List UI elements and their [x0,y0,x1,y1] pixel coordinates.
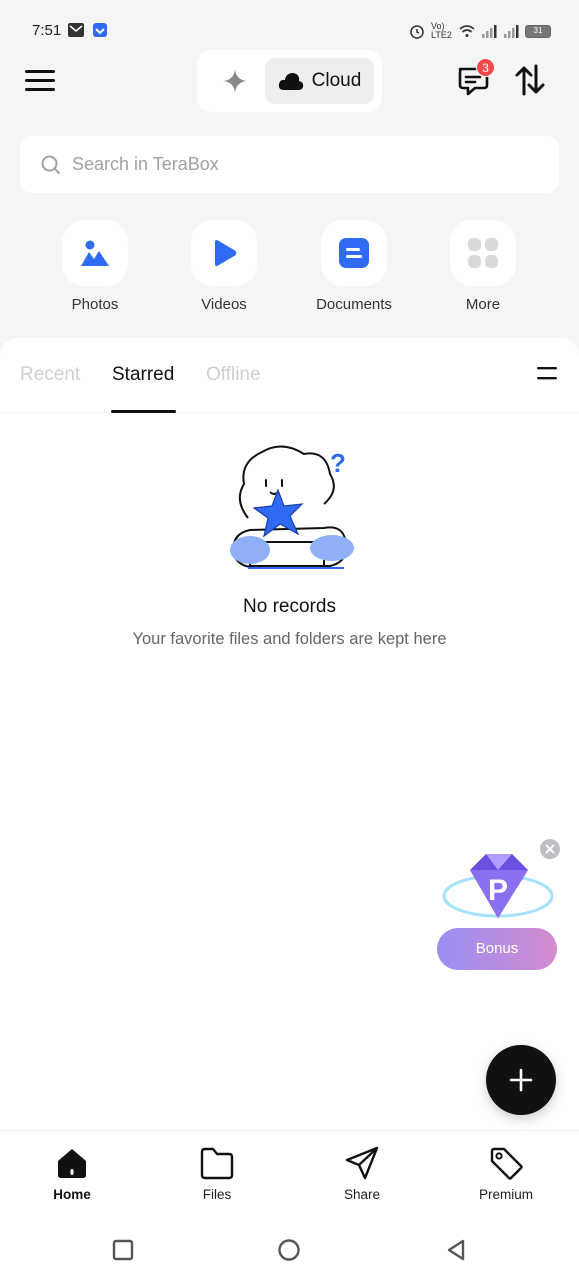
quick-label-documents: Documents [316,296,392,313]
videos-icon [215,240,237,266]
premium-icon-wrap [486,1143,526,1183]
nav-label-home: Home [53,1187,91,1202]
file-tabs: Recent Starred Offline [0,338,579,413]
svg-text:?: ? [330,448,346,478]
more-icon-tile [450,220,516,286]
empty-state-illustration: ? [220,438,360,578]
empty-state-subtitle: Your favorite files and folders are kept… [132,630,447,648]
top-bar: Cloud 3 [0,48,579,112]
triangle-back-icon [447,1239,465,1261]
quick-item-videos[interactable]: Videos [169,220,279,313]
nav-label-files: Files [202,1187,232,1202]
gem-letter: P [488,874,508,907]
quick-item-more[interactable]: More [428,220,538,313]
recents-button[interactable] [111,1238,135,1262]
documents-icon-tile [321,220,387,286]
nav-label-share: Share [343,1187,381,1202]
files-icon-wrap [197,1143,237,1183]
terabox-notification-icon [93,23,107,37]
bonus-button[interactable]: Bonus [437,928,557,970]
sparkle-icon [223,69,247,93]
search-icon [41,155,60,174]
folder-icon [200,1147,234,1180]
quick-label-videos: Videos [201,296,247,313]
search-input[interactable] [72,154,512,175]
menu-button[interactable] [22,62,58,98]
network-label: Vo) LTE2 [431,21,452,40]
transfer-button[interactable] [512,62,548,98]
mode-switch: Cloud [197,50,382,112]
system-navigation [0,1218,579,1280]
quick-label-more: More [465,296,501,313]
quick-label-photos: Photos [71,296,119,313]
alarm-icon [410,25,424,39]
send-paper-plane-icon [345,1146,379,1180]
cloud-mode-label: Cloud [311,70,362,91]
photos-icon-tile [62,220,128,286]
transfer-arrows-icon [515,64,545,96]
nav-label-premium: Premium [478,1187,533,1202]
more-grid-icon [468,238,498,268]
back-button[interactable] [444,1238,468,1262]
quick-access-row: Photos Videos Documents More [0,220,579,320]
content-panel: Recent Starred Offline ? No records Your… [0,338,579,1138]
cloud-icon [278,73,303,90]
nav-share[interactable]: Share [312,1143,412,1202]
search-bar[interactable] [20,136,559,193]
signal-2-icon [504,25,519,38]
message-count-badge: 3 [476,58,495,77]
status-right: Vo) LTE2 31 [409,22,551,40]
documents-icon [339,238,369,268]
sort-lines-icon [537,367,557,380]
bonus-close-button[interactable] [540,839,560,859]
cloud-character-star-icon: ? [230,445,354,569]
status-notifications [68,22,108,38]
quick-item-documents[interactable]: Documents [299,220,409,313]
nav-files[interactable]: Files [167,1143,267,1202]
sort-button[interactable] [537,364,557,382]
active-tab-indicator [111,410,176,413]
bottom-navigation: Home Files Share Premium [0,1130,579,1218]
cloud-mode-button[interactable]: Cloud [265,58,374,104]
mail-notification-icon [68,23,84,37]
ai-mode-button[interactable] [205,58,265,104]
square-recents-icon [112,1239,134,1261]
battery-indicator: 31 [525,24,551,38]
plus-icon [509,1068,533,1092]
home-icon-wrap [52,1143,92,1183]
tab-offline[interactable]: Offline [206,364,261,386]
hamburger-menu-icon [25,70,55,91]
circle-home-icon [278,1239,300,1261]
nav-premium[interactable]: Premium [456,1143,556,1202]
wifi-icon [459,25,475,37]
tab-starred[interactable]: Starred [112,364,174,386]
share-icon-wrap [342,1143,382,1183]
nav-home[interactable]: Home [22,1143,122,1202]
quick-item-photos[interactable]: Photos [40,220,150,313]
videos-icon-tile [191,220,257,286]
add-fab-button[interactable] [486,1045,556,1115]
signal-1-icon [482,25,497,38]
status-time: 7:51 [32,22,62,39]
close-icon [545,844,555,854]
empty-state-title: No records [243,596,336,617]
tag-icon [490,1147,523,1180]
tab-recent[interactable]: Recent [20,364,80,386]
home-system-button[interactable] [277,1238,301,1262]
home-icon [58,1149,86,1178]
photos-icon [81,240,109,266]
